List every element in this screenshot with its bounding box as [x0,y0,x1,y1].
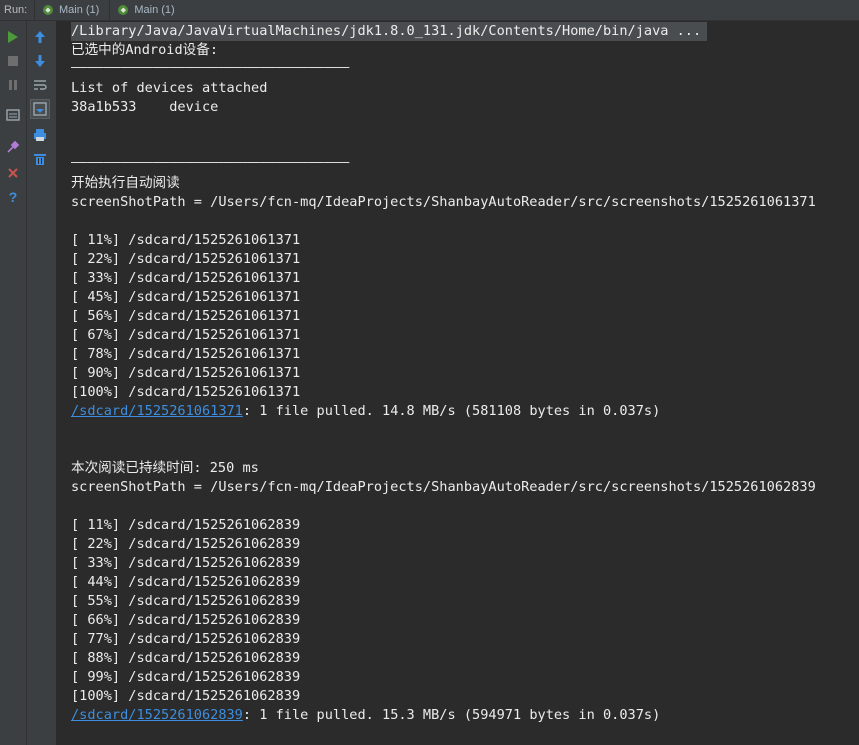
progress-line: [ 45%] /sdcard/1525261061371 [71,289,301,305]
pause-button[interactable] [3,75,23,95]
sdcard-file-link[interactable]: /sdcard/1525261062839 [71,707,243,723]
trash-icon [34,154,46,165]
progress-line: [100%] /sdcard/1525261061371 [71,384,301,400]
run-tabbar: Run: ◆ Main (1) ◆ Main (1) [0,0,859,21]
devices-header: List of devices attached [71,80,268,96]
progress-line: [ 55%] /sdcard/1525261062839 [71,593,301,609]
command-line: /Library/Java/JavaVirtualMachines/jdk1.8… [71,22,708,41]
progress-line: [ 90%] /sdcard/1525261061371 [71,365,301,381]
progress-line: [ 88%] /sdcard/1525261062839 [71,650,301,666]
progress-line: [ 77%] /sdcard/1525261062839 [71,631,301,647]
print-icon [34,129,46,141]
tab-label: Main (1) [134,4,175,16]
up-stack-button[interactable] [30,27,50,47]
screenshot-path-line: screenShotPath = /Users/fcn-mq/IdeaProje… [71,479,816,495]
pull-result-line: /sdcard/1525261062839: 1 file pulled. 15… [71,706,660,725]
stop-button[interactable] [3,51,23,71]
tab-main-1[interactable]: ◆ Main (1) [34,0,109,21]
progress-line: [ 22%] /sdcard/1525261062839 [71,536,301,552]
dump-threads-icon [6,109,20,121]
clear-all-button[interactable] [30,149,50,169]
progress-line: [ 78%] /sdcard/1525261061371 [71,346,301,362]
close-icon [8,168,18,178]
start-reading-line: 开始执行自动阅读 [71,175,180,191]
run-config-icon: ◆ [43,5,53,15]
pause-icon [9,80,17,90]
screenshot-path-line: screenShotPath = /Users/fcn-mq/IdeaProje… [71,194,816,210]
console-output[interactable]: /Library/Java/JavaVirtualMachines/jdk1.8… [57,21,859,745]
arrow-up-icon [35,31,45,43]
pin-tab-button[interactable] [3,137,23,157]
pull-result-line: /sdcard/1525261061371: 1 file pulled. 14… [71,402,660,421]
arrow-down-icon [35,55,45,67]
tab-main-2[interactable]: ◆ Main (1) [109,0,184,21]
progress-line: [ 56%] /sdcard/1525261061371 [71,308,301,324]
down-stack-button[interactable] [30,51,50,71]
progress-line: [ 33%] /sdcard/1525261061371 [71,270,301,286]
pull-result-text: : 1 file pulled. 15.3 MB/s (594971 bytes… [242,707,661,723]
run-toolbar: ? [0,21,27,745]
soft-wrap-button[interactable] [30,75,50,95]
progress-line: [ 66%] /sdcard/1525261062839 [71,612,301,628]
separator: —————————————————————————————————— [71,59,350,75]
help-icon: ? [8,189,18,205]
progress-line: [ 67%] /sdcard/1525261061371 [71,327,301,343]
separator: —————————————————————————————————— [71,154,350,170]
progress-line: [ 11%] /sdcard/1525261062839 [71,517,301,533]
scroll-to-end-icon [33,102,47,116]
soft-wrap-icon [34,80,47,90]
progress-line: [ 11%] /sdcard/1525261061371 [71,232,301,248]
dump-threads-button[interactable] [3,105,23,125]
progress-line: [ 22%] /sdcard/1525261061371 [71,251,301,267]
progress-line: [ 33%] /sdcard/1525261062839 [71,555,301,571]
pin-icon [7,140,20,153]
run-label: Run: [4,4,28,16]
help-button[interactable]: ? [3,187,23,207]
tab-label: Main (1) [59,4,100,16]
close-button[interactable] [3,163,23,183]
progress-line: [ 44%] /sdcard/1525261062839 [71,574,301,590]
sdcard-file-link[interactable]: /sdcard/1525261061371 [71,403,243,419]
progress-line: [ 99%] /sdcard/1525261062839 [71,669,301,685]
rerun-button[interactable] [3,27,23,47]
stop-icon [8,56,18,66]
print-button[interactable] [30,125,50,145]
device-line: 38a1b533 device [71,99,219,115]
play-icon [8,31,18,43]
pull-result-text: : 1 file pulled. 14.8 MB/s (581108 bytes… [242,403,661,419]
console-side-toolbar [27,21,57,745]
duration-line: 本次阅读已持续时间: 250 ms [71,460,259,476]
scroll-to-end-button[interactable] [30,99,50,119]
progress-line: [100%] /sdcard/1525261062839 [71,688,301,704]
run-config-icon: ◆ [118,5,129,15]
